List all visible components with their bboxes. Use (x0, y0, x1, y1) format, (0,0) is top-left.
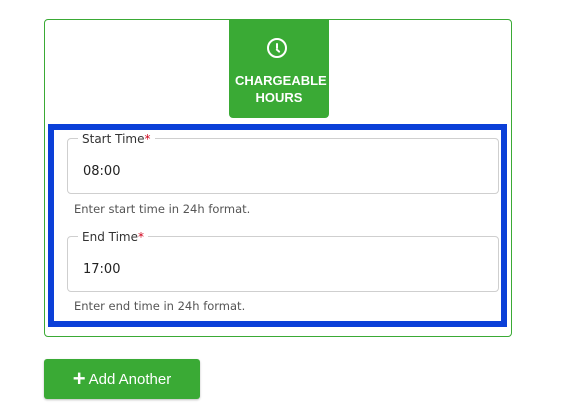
start-time-hint: Enter start time in 24h format. (74, 202, 251, 216)
end-time-input[interactable]: 17:00 (83, 262, 120, 278)
chargeable-hours-badge: Chargeable Hours (229, 19, 329, 118)
time-fields-group: Start Time* 08:00 Enter start time in 24… (48, 124, 507, 327)
end-time-field[interactable]: End Time* 17:00 (67, 230, 499, 292)
required-marker: * (144, 132, 151, 146)
end-time-label: End Time* (78, 230, 148, 244)
end-time-hint: Enter end time in 24h format. (74, 299, 246, 313)
chargeable-hours-card: Chargeable Hours Start Time* 08:00 Enter… (44, 19, 512, 337)
clock-icon (267, 38, 287, 58)
add-another-label: Add Another (88, 371, 172, 388)
start-time-input[interactable]: 08:00 (83, 164, 120, 180)
start-time-field[interactable]: Start Time* 08:00 (67, 132, 499, 194)
required-marker: * (138, 230, 144, 244)
start-time-label: Start Time* (78, 132, 155, 146)
add-another-button[interactable]: + Add Another (44, 359, 200, 399)
badge-label: Chargeable Hours (235, 73, 327, 105)
plus-icon: + (72, 366, 86, 391)
